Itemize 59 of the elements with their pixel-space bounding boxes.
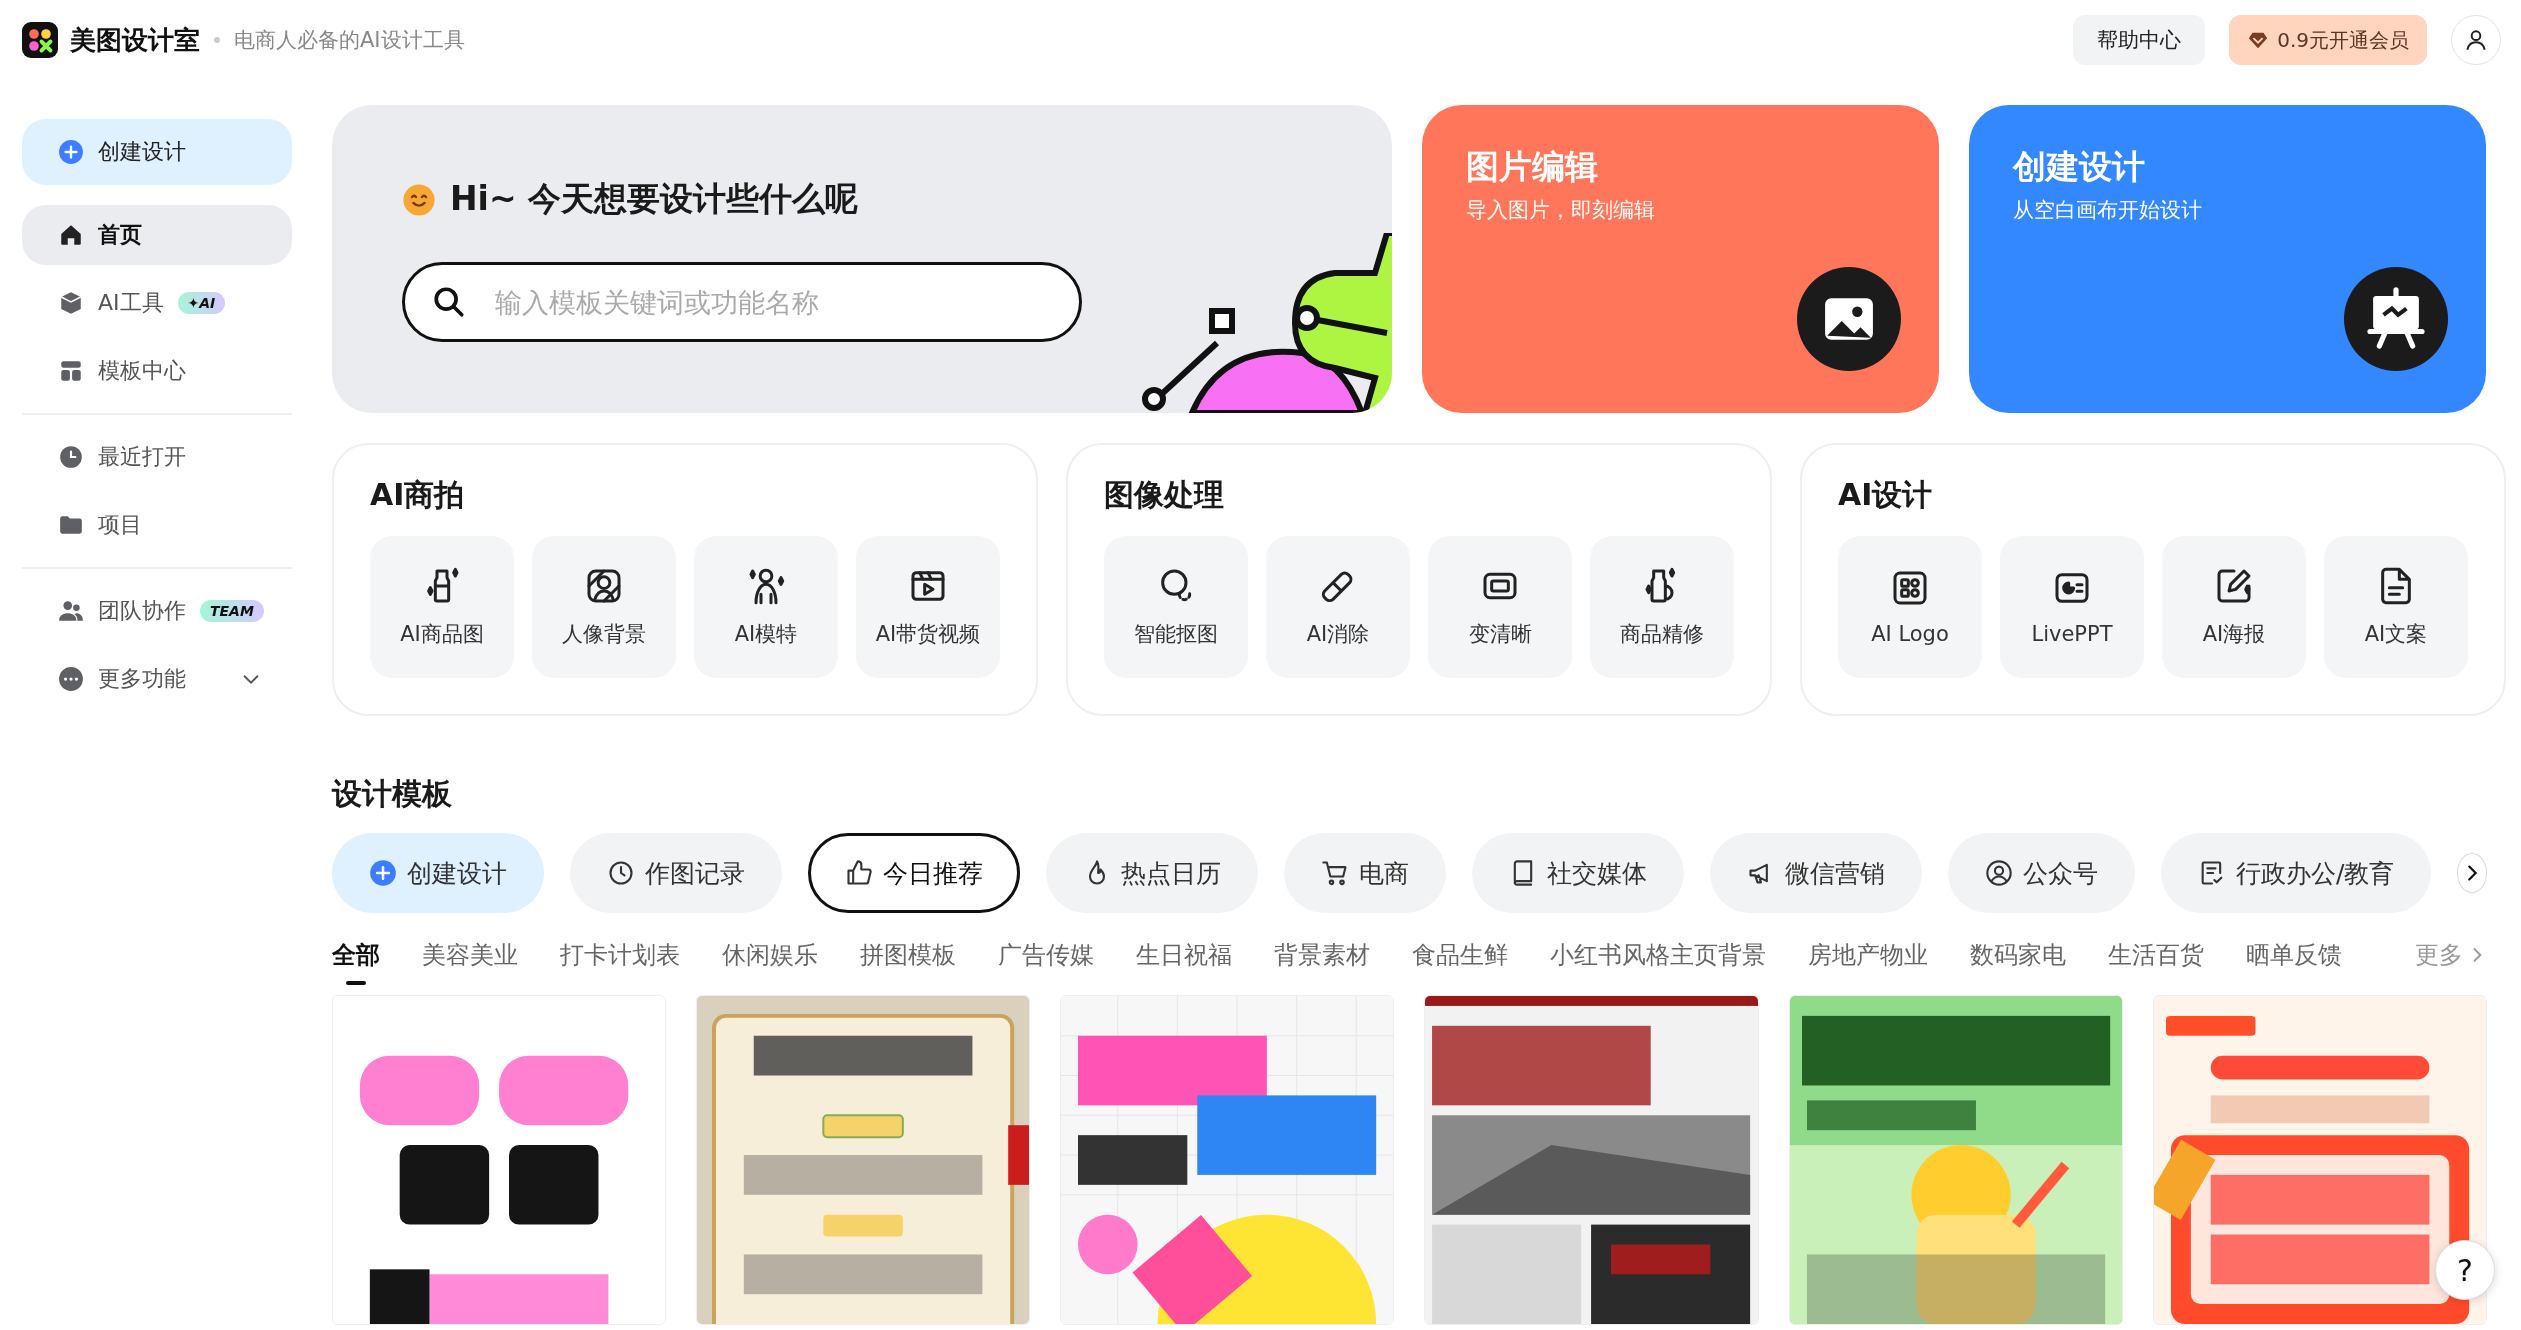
category-tab[interactable]: 背景素材 bbox=[1274, 939, 1370, 971]
panel-title: 图像处理 bbox=[1104, 476, 1225, 514]
category-tab[interactable]: 拼图模板 bbox=[860, 939, 956, 971]
tagline: 电商人必备的AI设计工具 bbox=[234, 27, 465, 54]
tool-button[interactable]: 人像背景 bbox=[532, 536, 676, 678]
sidebar-item[interactable]: 更多功能 bbox=[22, 649, 292, 709]
category-tab[interactable]: 房地产物业 bbox=[1808, 939, 1928, 971]
category-tab[interactable]: 广告传媒 bbox=[998, 939, 1094, 971]
category-tab[interactable]: 食品生鲜 bbox=[1412, 939, 1508, 971]
tool-button[interactable]: AI海报 bbox=[2162, 536, 2306, 678]
tool-button[interactable]: AI商品图 bbox=[370, 536, 514, 678]
tool-button[interactable]: 商品精修 bbox=[1590, 536, 1734, 678]
sidebar-item[interactable]: 模板中心 bbox=[22, 341, 292, 401]
section-title: 设计模板 bbox=[332, 775, 453, 813]
category-pill[interactable]: 今日推荐 bbox=[808, 833, 1020, 913]
create-design-button[interactable]: 创建设计 bbox=[22, 119, 292, 185]
sidebar-item[interactable]: 最近打开 bbox=[22, 427, 292, 487]
card-title: 图片编辑 bbox=[1466, 146, 1599, 188]
category-pill[interactable]: 作图记录 bbox=[570, 833, 782, 913]
card-subtitle: 导入图片，即刻编辑 bbox=[1466, 197, 1656, 224]
panel-title: AI设计 bbox=[1838, 476, 1934, 514]
card-title: 创建设计 bbox=[2013, 146, 2146, 188]
category-tab[interactable]: 生活百货 bbox=[2108, 939, 2204, 971]
category-pill[interactable]: 行政办公/教育 bbox=[2161, 833, 2432, 913]
greeting-text: Hi~ 今天想要设计些什么呢 bbox=[450, 178, 859, 220]
logo-text: 美图设计室 bbox=[70, 23, 200, 57]
category-tab[interactable]: 数码家电 bbox=[1970, 939, 2066, 971]
category-pill[interactable]: 微信营销 bbox=[1710, 833, 1922, 913]
panel-title: AI商拍 bbox=[370, 476, 466, 514]
sidebar-item[interactable]: AI工具 ✦AI bbox=[22, 273, 292, 333]
tool-button[interactable]: AI文案 bbox=[2324, 536, 2468, 678]
sidebar-item[interactable]: 项目 bbox=[22, 495, 292, 555]
membership-button[interactable]: 0.9元开通会员 bbox=[2229, 15, 2427, 65]
feature-badge: TEAM bbox=[200, 600, 264, 622]
category-pill[interactable]: 社交媒体 bbox=[1472, 833, 1684, 913]
tool-button[interactable]: AI消除 bbox=[1266, 536, 1410, 678]
feature-badge: ✦AI bbox=[177, 292, 226, 314]
category-pill[interactable]: 公众号 bbox=[1948, 833, 2135, 913]
category-tab[interactable]: 生日祝福 bbox=[1136, 939, 1232, 971]
tool-button[interactable]: 变清晰 bbox=[1428, 536, 1572, 678]
tool-button[interactable]: 智能抠图 bbox=[1104, 536, 1248, 678]
sidebar-item[interactable]: 团队协作 TEAM bbox=[22, 581, 292, 641]
tool-button[interactable]: AI带货视频 bbox=[856, 536, 1000, 678]
category-tab[interactable]: 美容美业 bbox=[422, 939, 518, 971]
category-pill[interactable]: 热点日历 bbox=[1046, 833, 1258, 913]
category-pill[interactable]: 创建设计 bbox=[332, 833, 544, 913]
tool-button[interactable]: AI Logo bbox=[1838, 536, 1982, 678]
category-tab[interactable]: 晒单反馈 bbox=[2246, 939, 2342, 971]
sidebar-item[interactable]: 首页 bbox=[22, 205, 292, 265]
tool-button[interactable]: LivePPT bbox=[2000, 536, 2144, 678]
category-tab[interactable]: 小红书风格主页背景 bbox=[1550, 939, 1766, 971]
tool-button[interactable]: AI模特 bbox=[694, 536, 838, 678]
card-subtitle: 从空白画布开始设计 bbox=[2013, 197, 2203, 224]
category-pill[interactable]: 电商 bbox=[1284, 833, 1446, 913]
help-center-button[interactable]: 帮助中心 bbox=[2073, 15, 2206, 65]
category-tab[interactable]: 休闲娱乐 bbox=[722, 939, 818, 971]
search-field[interactable]: 输入模板关键词或功能名称 bbox=[402, 262, 1082, 342]
category-tab[interactable]: 全部 bbox=[332, 939, 380, 985]
category-tab[interactable]: 打卡计划表 bbox=[560, 939, 680, 971]
